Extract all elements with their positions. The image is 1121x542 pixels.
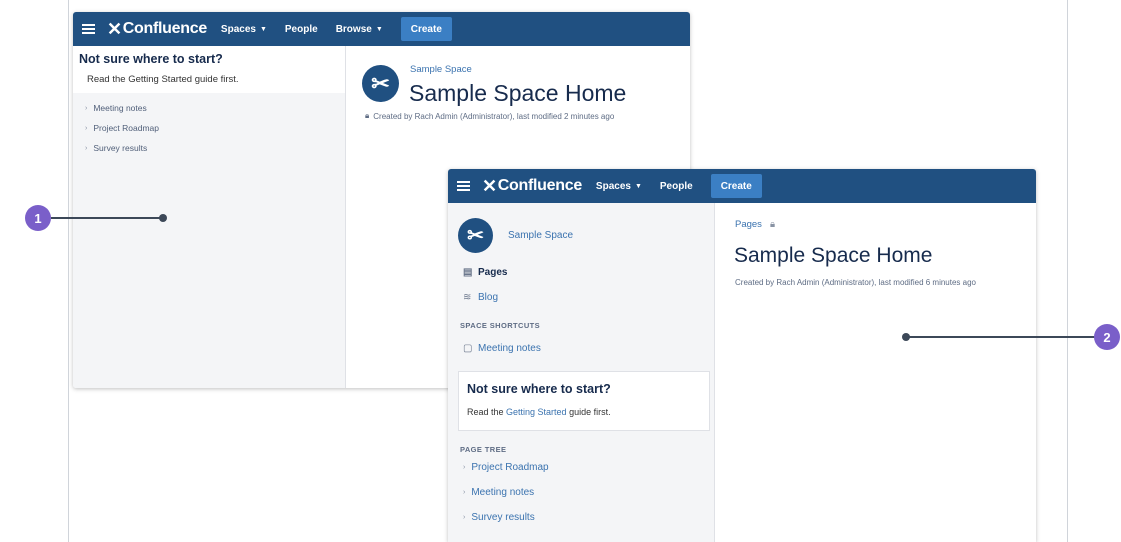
tools-icon: ✂ xyxy=(467,225,484,247)
sidebar: ✂ Sample Space ▤ Pages ≋ Blog SPACE SHOR… xyxy=(448,203,715,542)
confluence-logo[interactable]: ✕ Confluence xyxy=(107,19,207,40)
breadcrumb[interactable]: Pages 🔒︎ xyxy=(735,219,775,230)
tree-item[interactable]: › Survey results xyxy=(85,143,345,153)
tree-item-label: Meeting notes xyxy=(471,487,535,498)
space-header[interactable]: ✂ Sample Space xyxy=(458,218,573,253)
nav-people[interactable]: People xyxy=(285,24,318,35)
tree-item-label: Project Roadmap xyxy=(471,462,549,473)
nav-spaces-label: Spaces xyxy=(220,23,256,35)
tree-item-label: Survey results xyxy=(93,143,148,153)
sidebar-item-blog[interactable]: ≋ Blog xyxy=(463,292,498,303)
menu-icon xyxy=(81,24,95,34)
tree-item[interactable]: › Survey results xyxy=(463,512,535,523)
top-nav-bar: ✕ Confluence Spaces ▼ People Browse ▼ Crea… xyxy=(73,12,690,46)
blog-icon: ≋ xyxy=(463,292,472,303)
nav-spaces-label: Spaces xyxy=(595,180,631,192)
tree-item[interactable]: › Project Roadmap xyxy=(85,123,345,133)
chevron-down-icon: ▼ xyxy=(375,25,383,33)
restriction-icon: 🔒︎ xyxy=(769,219,775,230)
space-shortcuts-heading: SPACE SHORTCUTS xyxy=(460,321,541,330)
chevron-right-icon: › xyxy=(85,104,88,112)
breadcrumb[interactable]: Sample Space xyxy=(410,64,472,75)
nav-people-label: People xyxy=(284,23,318,35)
page-title: Sample Space Home xyxy=(409,80,627,106)
app-switcher-button[interactable] xyxy=(448,181,478,191)
top-nav-bar: ✕ Confluence Spaces ▼ People Create xyxy=(448,169,1036,203)
getting-started-tip: Not sure where to start? Read the Gettin… xyxy=(458,371,710,431)
tools-icon: ✂ xyxy=(371,70,390,96)
callout-badge-2: 2 xyxy=(1094,324,1120,350)
logo-text: Confluence xyxy=(122,20,207,37)
chevron-right-icon: › xyxy=(463,489,466,496)
sidebar-item-label: Pages xyxy=(478,267,508,278)
tree-item[interactable]: › Meeting notes xyxy=(463,487,534,498)
sidebar-item-pages[interactable]: ▤ Pages xyxy=(463,267,507,278)
callout-dot-1 xyxy=(159,214,167,222)
logo-text: Confluence xyxy=(497,177,582,194)
confluence-x-icon: ✕ xyxy=(482,175,497,196)
tree-item[interactable]: › Project Roadmap xyxy=(463,462,549,473)
getting-started-tip: Not sure where to start? Read the Gettin… xyxy=(73,46,345,93)
restriction-icon: 🔒︎ xyxy=(365,111,370,120)
callout-badge-1: 1 xyxy=(25,205,51,231)
nav-people[interactable]: People xyxy=(660,181,693,192)
nav-spaces[interactable]: Spaces ▼ xyxy=(596,181,642,192)
breadcrumb-label: Pages xyxy=(735,219,762,230)
nav-browse[interactable]: Browse ▼ xyxy=(336,24,383,35)
tip-suffix: guide first. xyxy=(566,407,611,417)
page-divider xyxy=(68,0,69,542)
chevron-down-icon: ▼ xyxy=(259,25,267,33)
sidebar-item-label: Blog xyxy=(478,292,499,303)
tip-prefix: Read the xyxy=(467,407,507,417)
tree-item-label: Survey results xyxy=(471,512,535,523)
page-metadata: Created by Rach Admin (Administrator), l… xyxy=(735,278,976,287)
getting-started-link[interactable]: Getting Started xyxy=(506,407,567,417)
callout-line-2 xyxy=(906,336,1096,338)
new-confluence-window: ✕ Confluence Spaces ▼ People Create ✂ Sam… xyxy=(448,169,1036,542)
page-title: Sample Space Home xyxy=(734,244,933,267)
pages-icon: ▤ xyxy=(463,267,473,278)
app-switcher-button[interactable] xyxy=(73,24,103,34)
link-icon: ▢ xyxy=(463,343,473,354)
confluence-logo[interactable]: ✕ Confluence xyxy=(482,176,582,197)
tree-item-label: Project Roadmap xyxy=(93,123,160,133)
tip-title: Not sure where to start? xyxy=(467,382,611,396)
create-button[interactable]: Create xyxy=(400,17,452,41)
space-avatar: ✂ xyxy=(458,218,493,253)
page-content: Pages 🔒︎ Sample Space Home Created by Ra… xyxy=(714,203,1036,542)
callout-line-1 xyxy=(51,217,163,219)
nav-browse-label: Browse xyxy=(335,23,372,35)
page-divider xyxy=(1067,0,1068,542)
create-button[interactable]: Create xyxy=(710,174,762,198)
menu-icon xyxy=(456,181,470,191)
page-tree-heading: PAGE TREE xyxy=(460,445,507,454)
shortcut-label: Meeting notes xyxy=(478,343,541,354)
tree-item-label: Meeting notes xyxy=(93,103,147,113)
chevron-right-icon: › xyxy=(463,464,466,471)
space-name: Sample Space xyxy=(508,230,574,241)
page-metadata: 🔒︎ Created by Rach Admin (Administrator)… xyxy=(365,111,614,121)
shortcut-item[interactable]: ▢ Meeting notes xyxy=(463,343,541,354)
tree-item[interactable]: › Meeting notes xyxy=(85,103,345,113)
nav-spaces[interactable]: Spaces ▼ xyxy=(221,24,267,35)
nav-people-label: People xyxy=(659,180,693,192)
tip-title: Not sure where to start? xyxy=(79,52,223,66)
chevron-right-icon: › xyxy=(463,514,466,521)
tip-text: Read the Getting Started guide first. xyxy=(87,74,239,85)
chevron-right-icon: › xyxy=(85,124,88,132)
confluence-x-icon: ✕ xyxy=(107,18,122,39)
tip-text: Read the Getting Started guide first. xyxy=(467,407,611,417)
space-avatar[interactable]: ✂ xyxy=(362,65,399,102)
page-tree: › Meeting notes › Project Roadmap › Survey … xyxy=(73,103,345,153)
page-metadata-text: Created by Rach Admin (Administrator), l… xyxy=(373,111,615,121)
chevron-right-icon: › xyxy=(85,144,88,152)
chevron-down-icon: ▼ xyxy=(634,182,642,190)
